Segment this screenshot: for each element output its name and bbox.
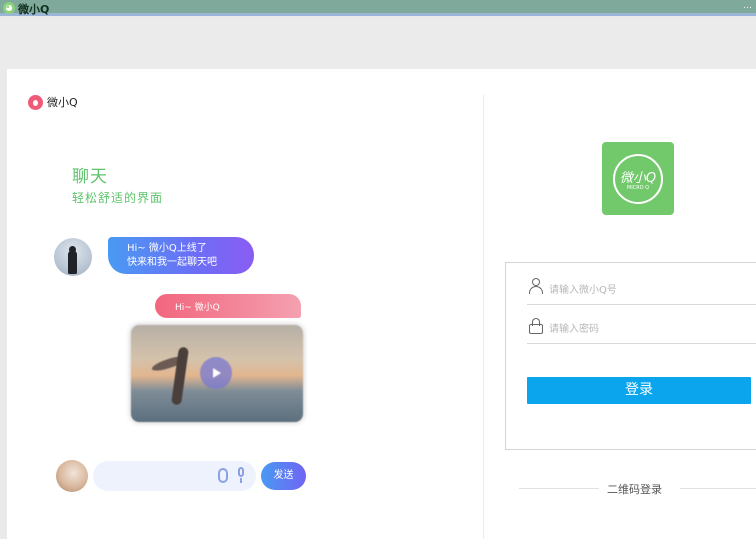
video-message-thumbnail[interactable] — [131, 325, 303, 422]
incoming-message-line-2: 快来和我一起聊天吧 — [127, 257, 217, 268]
hero-title: 聊天 — [72, 167, 108, 187]
hero-subtitle: 轻松舒适的界面 — [72, 191, 164, 205]
lock-icon — [529, 318, 543, 334]
user-icon-head — [532, 278, 540, 286]
microphone-icon-stem — [240, 478, 242, 483]
incoming-message-bubble: Hi~ 微小Q上线了 快来和我一起聊天吧 — [108, 237, 254, 274]
window-title: 微小Q — [18, 3, 50, 16]
paperclip-icon[interactable] — [218, 468, 228, 483]
window-titlebar: ◕ 微小Q … — [0, 0, 756, 16]
logo-text: 微小Q — [619, 171, 657, 186]
outgoing-message-bubble: Hi~ 微小Q — [155, 294, 301, 318]
qr-login-link[interactable]: 二维码登录 — [607, 481, 662, 497]
lock-icon-body — [529, 324, 543, 334]
password-input[interactable] — [549, 320, 749, 338]
qr-divider-right — [680, 488, 756, 489]
microphone-icon[interactable] — [236, 467, 246, 484]
top-bar — [0, 19, 756, 69]
play-icon[interactable] — [200, 357, 232, 389]
microphone-icon-capsule — [238, 467, 244, 477]
panel-divider — [483, 95, 484, 539]
user-icon — [529, 278, 543, 294]
brand: 微小Q — [28, 94, 78, 110]
user-avatar — [56, 460, 88, 492]
brand-logo-icon — [28, 94, 43, 110]
send-button[interactable]: 发送 — [261, 462, 306, 490]
avatar-figure-body — [68, 250, 77, 274]
login-button[interactable]: 登录 — [527, 377, 751, 404]
video-figure — [171, 346, 189, 406]
logo-subtext: MICRO Q — [626, 185, 650, 191]
username-field — [527, 275, 756, 305]
app-icon: ◕ — [3, 2, 15, 14]
password-field — [527, 314, 756, 344]
contact-avatar — [54, 238, 92, 276]
user-icon-body — [529, 286, 543, 294]
username-input[interactable] — [549, 281, 749, 299]
brand-name: 微小Q — [47, 96, 78, 109]
qr-divider-left — [519, 488, 599, 489]
chat-input[interactable] — [93, 461, 256, 491]
window-control-icon[interactable]: … — [743, 1, 752, 11]
app-logo: 微小Q MICRO Q — [602, 142, 674, 215]
incoming-message-line-1: Hi~ 微小Q上线了 — [127, 243, 207, 254]
